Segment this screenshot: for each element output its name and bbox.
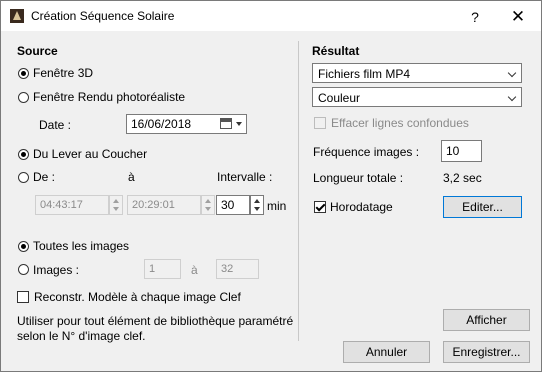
end-time-stepper[interactable] — [201, 195, 215, 215]
horodatage-checkbox[interactable] — [314, 201, 326, 213]
frequence-field[interactable]: 10 — [441, 140, 482, 162]
radio-fenetre-3d[interactable] — [18, 68, 29, 79]
radio-toutes-images[interactable] — [18, 241, 29, 252]
interval-field[interactable]: 30 — [216, 195, 250, 215]
radio-fenetre-rendu[interactable] — [18, 92, 29, 103]
longueur-value: 3,2 sec — [443, 171, 482, 185]
end-time-field[interactable]: 20:29:01 — [127, 195, 201, 215]
horodatage-label[interactable]: Horodatage — [330, 200, 393, 214]
frequence-label: Fréquence images : — [313, 145, 420, 159]
toutes-images-label[interactable]: Toutes les images — [33, 239, 129, 253]
format-select[interactable]: Fichiers film MP4 — [312, 63, 522, 83]
archicad-app-icon — [10, 9, 24, 23]
keyframe-note: Utiliser pour tout élément de bibliothèq… — [17, 314, 294, 343]
format-value: Fichiers film MP4 — [318, 67, 411, 81]
editer-button[interactable]: Editer... — [443, 196, 522, 218]
reconstr-label[interactable]: Reconstr. Modèle à chaque image Clef — [34, 290, 241, 304]
fenetre-3d-label[interactable]: Fenêtre 3D — [33, 66, 93, 80]
color-select[interactable]: Couleur — [312, 87, 522, 107]
date-label: Date : — [39, 118, 72, 132]
chevron-down-icon — [507, 92, 517, 102]
images-a-label: à — [191, 263, 198, 277]
interval-stepper[interactable] — [250, 195, 264, 215]
window-title: Création Séquence Solaire — [31, 9, 175, 23]
help-button[interactable]: ? — [463, 7, 487, 27]
effacer-checkbox[interactable] — [314, 117, 326, 129]
color-value: Couleur — [318, 91, 361, 105]
de-label[interactable]: De : — [33, 170, 55, 184]
chevron-down-icon[interactable] — [236, 122, 242, 126]
lever-coucher-label[interactable]: Du Lever au Coucher — [33, 147, 147, 161]
a-label: à — [128, 170, 135, 184]
images-from-field[interactable]: 1 — [144, 259, 181, 279]
start-time-stepper[interactable] — [109, 195, 123, 215]
column-divider — [298, 41, 299, 341]
fenetre-rendu-label[interactable]: Fenêtre Rendu photoréaliste — [33, 90, 185, 104]
start-time-field[interactable]: 04:43:17 — [35, 195, 109, 215]
dialog-window: Création Séquence Solaire ? ✕ Source Fen… — [0, 0, 542, 372]
calendar-icon[interactable] — [220, 118, 232, 129]
result-heading: Résultat — [312, 44, 360, 58]
title-bar: Création Séquence Solaire ? ✕ — [1, 1, 541, 31]
enregistrer-button[interactable]: Enregistrer... — [443, 341, 530, 363]
min-label: min — [267, 199, 287, 213]
effacer-label[interactable]: Effacer lignes confondues — [331, 116, 469, 130]
afficher-button[interactable]: Afficher — [443, 309, 530, 331]
longueur-label: Longueur totale : — [313, 171, 404, 185]
radio-lever-coucher[interactable] — [18, 149, 29, 160]
close-button[interactable]: ✕ — [505, 6, 531, 28]
chevron-down-icon — [507, 68, 517, 78]
annuler-button[interactable]: Annuler — [343, 341, 430, 363]
images-to-field[interactable]: 32 — [216, 259, 259, 279]
images-label[interactable]: Images : — [33, 263, 79, 277]
date-value: 16/06/2018 — [131, 117, 192, 131]
radio-images[interactable] — [18, 264, 29, 275]
reconstr-checkbox[interactable] — [17, 291, 29, 303]
source-heading: Source — [17, 44, 58, 58]
intervalle-label: Intervalle : — [217, 170, 273, 184]
radio-de[interactable] — [18, 172, 29, 183]
